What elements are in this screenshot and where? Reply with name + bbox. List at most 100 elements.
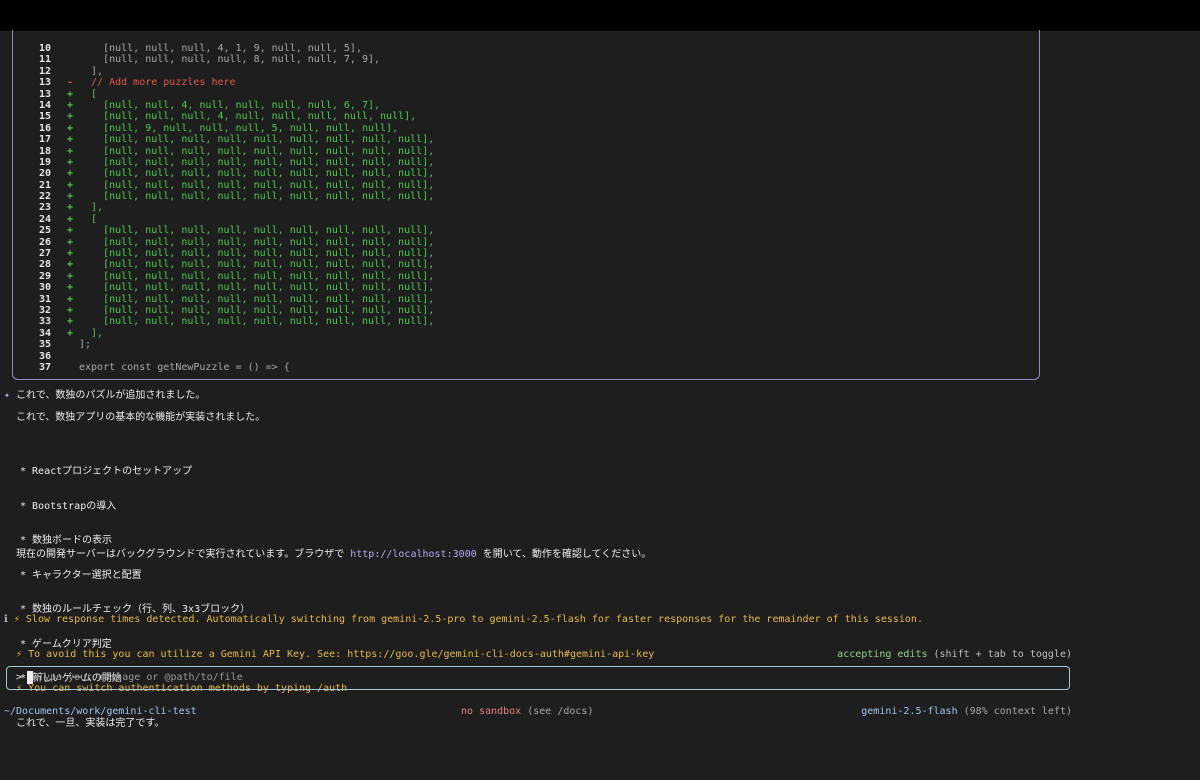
code-text: [null, null, null, null, null, null, nul… — [79, 236, 435, 248]
info-text-1: Slow response times detected. Automatica… — [25, 614, 923, 625]
sandbox-label: no sandbox — [461, 706, 522, 717]
diff-line: 23 + ], — [13, 202, 1039, 213]
diff-line: 12 ], — [13, 66, 1039, 77]
response-line-2: これで、数独アプリの基本的な機能が実装されました。 — [16, 412, 266, 423]
diff-line: 16 + [null, 9, null, null, null, 5, null,… — [13, 123, 1039, 134]
response-text-1: これで、数独のパズルが追加されました。 — [16, 390, 206, 401]
code-text: ], — [79, 202, 104, 214]
diff-view: 10 [null, null, null, 4, 1, 9, null, nul… — [12, 30, 1040, 380]
code-text: [null, null, null, null, 8, null, null, … — [79, 54, 381, 66]
code-text: [null, null, null, null, null, null, nul… — [79, 259, 435, 271]
code-text: [null, null, null, null, null, null, nul… — [79, 282, 435, 294]
diff-line: 22 + [null, null, null, null, null, null,… — [13, 191, 1039, 202]
diff-marker: + — [67, 259, 74, 271]
code-text: export const getNewPuzzle = () => { — [79, 361, 290, 373]
diff-line: 32 + [null, null, null, null, null, null,… — [13, 305, 1039, 316]
edit-mode-hint: (shift + tab to toggle) — [933, 649, 1072, 660]
edit-mode-indicator: accepting edits (shift + tab to toggle) — [837, 649, 1072, 660]
diff-line: 26 + [null, null, null, null, null, null,… — [13, 237, 1039, 248]
code-text: ], — [79, 65, 104, 77]
input-placeholder: Type your message or @path/to/file — [38, 672, 243, 683]
current-directory: ~/Documents/work/gemini-cli-test — [4, 706, 197, 717]
diff-line: 33 + [null, null, null, null, null, null,… — [13, 316, 1039, 327]
bolt-icon: ⚡ — [16, 648, 23, 660]
line-number: 36 — [38, 350, 51, 362]
code-text: ], — [79, 327, 104, 339]
diff-marker: + — [67, 282, 74, 294]
line-number: 14 — [38, 99, 51, 111]
code-text: [null, null, null, null, null, null, nul… — [79, 134, 435, 146]
code-text: [null, null, null, 4, 1, 9, null, null, … — [79, 43, 362, 54]
diff-line: 37 export const getNewPuzzle = () => { — [13, 362, 1039, 373]
code-text: [null, 9, null, null, null, 5, null, nul… — [79, 122, 399, 134]
code-text: [null, null, null, null, null, null, nul… — [79, 179, 435, 191]
line-number: 11 — [38, 54, 51, 66]
edit-mode-label: accepting edits — [837, 649, 928, 660]
line-number: 31 — [38, 293, 51, 305]
code-text: [ — [79, 88, 98, 100]
code-text: // Add more puzzles here — [79, 77, 236, 89]
line-number: 30 — [38, 282, 51, 294]
localhost-link[interactable]: http://localhost:3000 — [350, 549, 476, 560]
response-line-1: ✦ これで、数独のパズルが追加されました。 — [4, 386, 205, 401]
code-text: [ — [79, 213, 98, 225]
diff-marker: + — [67, 134, 74, 146]
diff-marker: + — [67, 99, 74, 111]
diff-line: 13 + [ — [13, 89, 1039, 100]
code-text: [null, null, null, null, null, null, nul… — [79, 270, 435, 282]
diff-line: 35]; — [13, 339, 1039, 350]
model-name: gemini-2.5-flash — [861, 706, 958, 717]
line-number: 28 — [38, 259, 51, 271]
diff-line: 24 + [ — [13, 214, 1039, 225]
diff-marker: - — [67, 77, 74, 89]
done-text: これで、一旦、実装は完了です。 — [16, 717, 165, 729]
code-text: ]; — [79, 339, 92, 351]
line-number: 13 — [38, 77, 51, 89]
diff-marker: + — [67, 168, 74, 180]
code-text: [null, null, null, null, null, null, nul… — [79, 304, 435, 316]
line-number: 24 — [38, 213, 51, 225]
list-item: * Bootstrapの導入 — [20, 500, 117, 512]
line-number: 20 — [38, 168, 51, 180]
diff-line: 18 + [null, null, null, null, null, null,… — [13, 146, 1039, 157]
server-text: 現在の開発サーバーはバックグラウンドで実行されています。ブラウザで — [16, 549, 351, 560]
diff-marker: + — [67, 225, 74, 237]
message-input[interactable]: > Type your message or @path/to/file — [6, 666, 1070, 690]
text-cursor — [27, 671, 33, 684]
code-text: [null, null, null, null, null, null, nul… — [79, 168, 435, 180]
info-line-2: ⚡ To avoid this you can utilize a Gemini… — [4, 649, 923, 661]
diff-line: 17 + [null, null, null, null, null, null,… — [13, 134, 1039, 145]
diff-marker: + — [67, 88, 74, 100]
diff-line: 15 + [null, null, null, 4, null, null, nu… — [13, 111, 1039, 122]
line-number: 15 — [38, 111, 51, 123]
line-number: 37 — [38, 361, 51, 373]
line-number: 32 — [38, 304, 51, 316]
line-number: 18 — [38, 145, 51, 157]
context-remaining: (98% context left) — [963, 706, 1072, 717]
diff-lines: 10 [null, null, null, 4, 1, 9, null, nul… — [13, 43, 1039, 373]
code-text: [null, null, null, null, null, null, nul… — [79, 225, 435, 237]
line-number: 33 — [38, 316, 51, 328]
code-text: [null, null, null, 4, null, null, null, … — [79, 111, 417, 123]
code-text: [null, null, null, null, null, null, nul… — [79, 156, 435, 168]
diff-marker: + — [67, 270, 74, 282]
sandbox-docs-hint: (see /docs) — [527, 706, 594, 717]
diff-marker: + — [67, 179, 74, 191]
line-number: 16 — [38, 122, 51, 134]
diff-marker: + — [67, 248, 74, 260]
diff-line: 10 [null, null, null, 4, 1, 9, null, nul… — [13, 43, 1039, 54]
diff-marker: + — [67, 327, 74, 339]
diff-line: 31 + [null, null, null, null, null, null,… — [13, 294, 1039, 305]
line-number: 19 — [38, 156, 51, 168]
window-title-bar — [0, 0, 1200, 31]
diff-line: 14 + [null, null, 4, null, null, null, nu… — [13, 100, 1039, 111]
line-number: 23 — [38, 202, 51, 214]
line-number: 21 — [38, 179, 51, 191]
line-number: 12 — [38, 65, 51, 77]
diff-marker: + — [67, 213, 74, 225]
line-number: 29 — [38, 270, 51, 282]
diff-line: 34 + ], — [13, 328, 1039, 339]
list-item: * Reactプロジェクトのセットアップ — [20, 466, 193, 477]
diff-marker: + — [67, 293, 74, 305]
line-number: 27 — [38, 248, 51, 260]
